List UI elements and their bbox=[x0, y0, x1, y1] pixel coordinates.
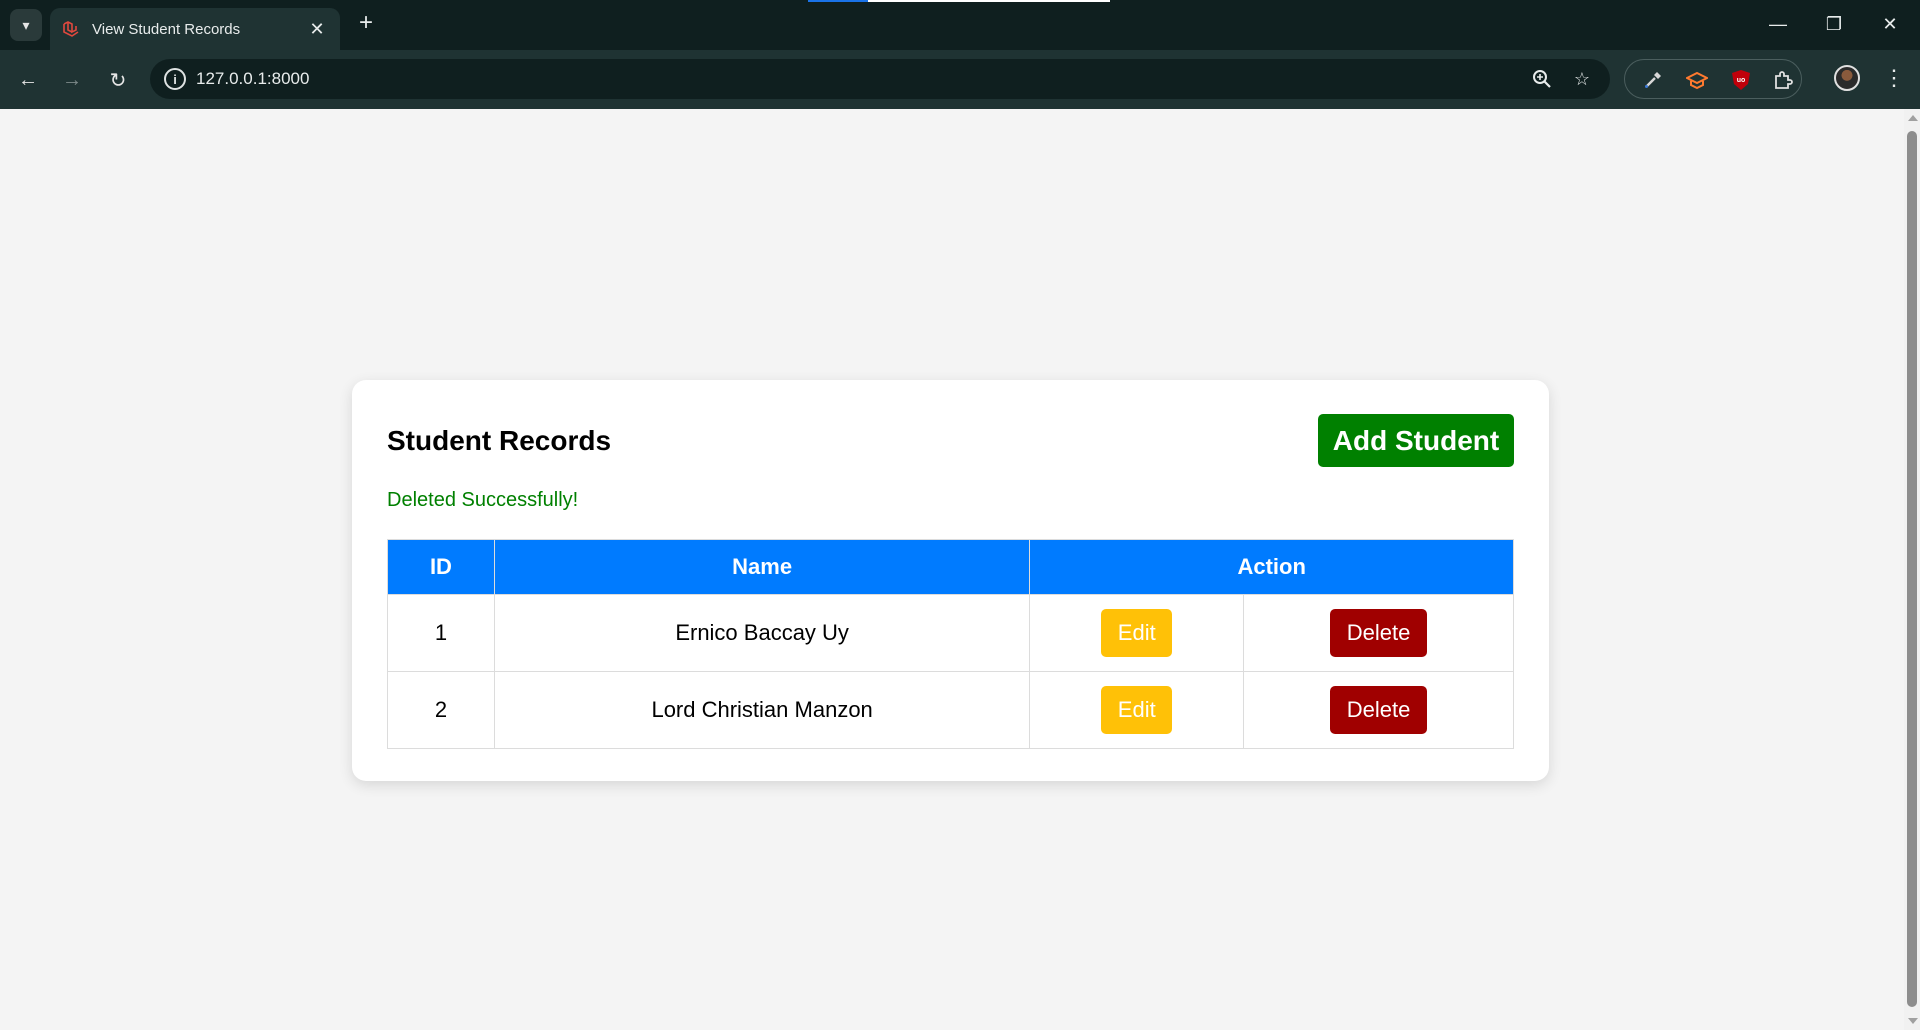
browser-toolbar: ← → ↻ i 127.0.0.1:8000 ☆ uo ⋮ bbox=[0, 50, 1920, 109]
minimize-icon[interactable]: — bbox=[1758, 10, 1798, 38]
scroll-down-arrow-icon[interactable] bbox=[1908, 1018, 1918, 1024]
delete-button[interactable]: Delete bbox=[1330, 686, 1428, 734]
zoom-icon[interactable] bbox=[1530, 67, 1554, 91]
chevron-down-icon[interactable]: ▾ bbox=[10, 9, 42, 41]
scroll-up-arrow-icon[interactable] bbox=[1908, 115, 1918, 121]
browser-tab-strip: ▾ View Student Records ✕ + — ❐ ✕ bbox=[0, 0, 1920, 50]
restore-icon[interactable]: ❐ bbox=[1814, 10, 1854, 38]
close-icon[interactable]: ✕ bbox=[306, 18, 328, 40]
cell-delete: Delete bbox=[1243, 671, 1514, 749]
plus-icon[interactable]: + bbox=[354, 11, 378, 36]
info-icon[interactable]: i bbox=[164, 68, 186, 90]
cell-name: Ernico Baccay Uy bbox=[493, 594, 1031, 672]
extensions-group: uo bbox=[1624, 59, 1802, 99]
table-row: 2 Lord Christian Manzon Edit Delete bbox=[387, 671, 1514, 749]
edit-button[interactable]: Edit bbox=[1101, 609, 1173, 657]
cell-delete: Delete bbox=[1243, 594, 1514, 672]
records-card: Student Records Add Student Deleted Succ… bbox=[352, 380, 1549, 781]
cell-edit: Edit bbox=[1029, 594, 1245, 672]
delete-button[interactable]: Delete bbox=[1330, 609, 1428, 657]
cell-id: 1 bbox=[387, 594, 495, 672]
add-student-button[interactable]: Add Student bbox=[1318, 414, 1514, 467]
graduation-cap-icon[interactable] bbox=[1685, 68, 1709, 92]
reload-icon[interactable]: ↻ bbox=[102, 64, 134, 96]
column-header-id: ID bbox=[387, 539, 495, 595]
tab-title: View Student Records bbox=[92, 20, 241, 38]
column-header-action: Action bbox=[1029, 539, 1514, 595]
close-window-icon[interactable]: ✕ bbox=[1870, 10, 1910, 38]
flash-message: Deleted Successfully! bbox=[387, 489, 579, 511]
table-row: 1 Ernico Baccay Uy Edit Delete bbox=[387, 594, 1514, 672]
browser-tab[interactable]: View Student Records ✕ bbox=[50, 8, 340, 50]
puzzle-icon[interactable] bbox=[1771, 68, 1795, 92]
url-text[interactable]: 127.0.0.1:8000 bbox=[196, 69, 309, 89]
laravel-icon bbox=[62, 20, 80, 38]
address-bar[interactable]: i 127.0.0.1:8000 ☆ bbox=[150, 59, 1610, 99]
arrow-right-icon[interactable]: → bbox=[56, 64, 88, 96]
records-table: ID Name Action 1 Ernico Baccay Uy Edit D… bbox=[387, 539, 1514, 749]
avatar[interactable] bbox=[1834, 65, 1860, 91]
scrollbar-thumb[interactable] bbox=[1907, 131, 1917, 1007]
page-title: Student Records bbox=[387, 425, 612, 456]
svg-text:uo: uo bbox=[1737, 77, 1746, 84]
table-header-row: ID Name Action bbox=[387, 539, 1514, 595]
cell-edit: Edit bbox=[1029, 671, 1245, 749]
column-header-name: Name bbox=[493, 539, 1031, 595]
more-vertical-icon[interactable]: ⋮ bbox=[1882, 64, 1906, 94]
cell-id: 2 bbox=[387, 671, 495, 749]
tab-loading-bar-accent bbox=[808, 0, 868, 2]
ublock-icon[interactable]: uo bbox=[1729, 68, 1753, 92]
page-scrollbar[interactable] bbox=[1904, 109, 1920, 1030]
star-icon[interactable]: ☆ bbox=[1570, 67, 1594, 91]
arrow-left-icon[interactable]: ← bbox=[12, 64, 44, 96]
eyedropper-icon[interactable] bbox=[1641, 68, 1665, 92]
edit-button[interactable]: Edit bbox=[1101, 686, 1173, 734]
cell-name: Lord Christian Manzon bbox=[493, 671, 1031, 749]
